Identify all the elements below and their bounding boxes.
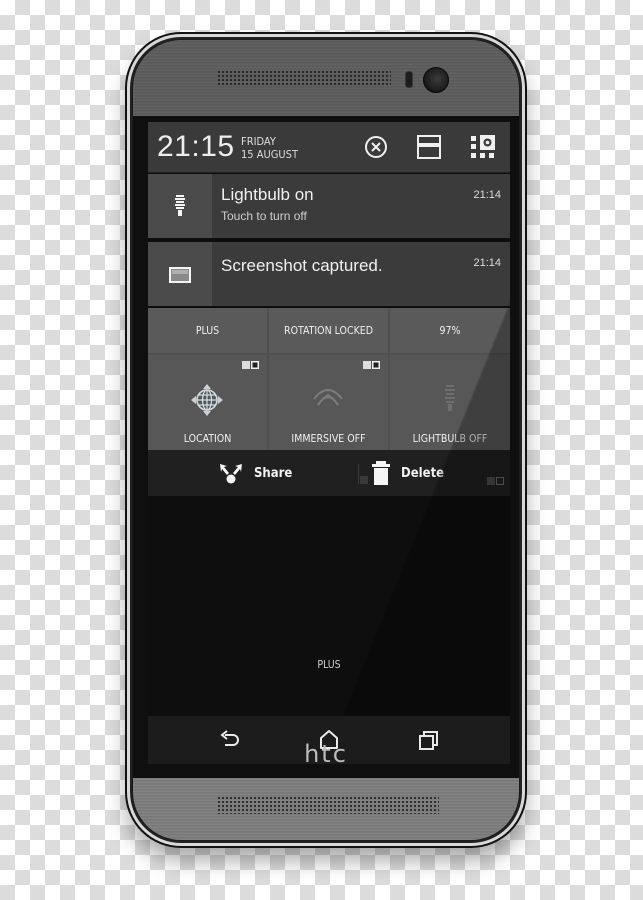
action-bar-toggle-indicator[interactable]	[487, 477, 504, 485]
proximity-sensor	[405, 71, 413, 88]
notification-icon-box	[148, 174, 212, 238]
notification-title: Screenshot captured.	[221, 256, 383, 275]
qs-tile-label: IMMERSIVE OFF	[291, 433, 366, 445]
qs-tile-label: PLUS	[195, 324, 220, 337]
qs-tile-label: LOCATION	[183, 433, 232, 445]
bottom-bezel	[133, 778, 519, 840]
lightbulb-icon	[175, 195, 185, 216]
qs-tile-label: 97%	[439, 324, 461, 337]
share-button[interactable]: Share	[218, 450, 298, 496]
home-screen-label: PLUS	[317, 659, 341, 671]
notification-icon-box	[148, 242, 212, 306]
notification-header: 21:15 FRIDAY 15 AUGUST	[148, 122, 510, 173]
notification-title: Lightbulb on	[221, 185, 314, 204]
top-speaker-grille	[217, 70, 391, 86]
delete-press-indicator	[358, 464, 368, 484]
screenshot-icon	[169, 267, 191, 283]
clear-notifications-icon[interactable]	[363, 134, 389, 160]
date-block: FRIDAY 15 AUGUST	[241, 135, 298, 161]
phone-device: 21:15 FRIDAY 15 AUGUST Lightbulb on Touc…	[127, 34, 525, 846]
front-camera	[423, 67, 449, 93]
notification-lightbulb[interactable]: Lightbulb on Touch to turn off 21:14	[148, 174, 510, 238]
delete-label: Delete	[401, 466, 445, 481]
top-bezel	[133, 40, 519, 116]
screenshot-action-bar: Share Delete	[148, 450, 510, 496]
lightbulb-icon	[445, 385, 455, 411]
share-label: Share	[254, 466, 293, 481]
screen: 21:15 FRIDAY 15 AUGUST Lightbulb on Touc…	[148, 122, 510, 716]
qs-tile-rotation[interactable]: ROTATION LOCKED	[269, 308, 388, 353]
bottom-speaker-grille	[217, 796, 439, 814]
qs-tile-label: LIGHTBULB OFF	[412, 433, 488, 445]
qs-tile-plus[interactable]: PLUS	[148, 308, 267, 353]
tile-toggle-indicator[interactable]	[363, 361, 380, 369]
clock: 21:15	[157, 130, 235, 163]
qs-tile-location[interactable]: LOCATION	[148, 355, 267, 450]
quick-settings-panel: PLUS ROTATION LOCKED 97% LOCATION IMMERS…	[148, 308, 510, 450]
qs-tile-immersive[interactable]: IMMERSIVE OFF	[269, 355, 388, 450]
notification-subtitle: Touch to turn off	[221, 209, 307, 223]
share-icon	[220, 464, 242, 484]
qs-tile-label: ROTATION LOCKED	[284, 324, 373, 337]
notification-screenshot[interactable]: Screenshot captured. 21:14	[148, 242, 510, 306]
qs-tile-lightbulb[interactable]: LIGHTBULB OFF	[390, 355, 510, 450]
delete-button[interactable]: Delete	[358, 450, 458, 496]
tile-toggle-indicator[interactable]	[242, 361, 259, 369]
day-label: FRIDAY	[241, 135, 276, 148]
location-globe-icon	[191, 384, 223, 416]
date-label: 15 AUGUST	[241, 148, 298, 161]
trash-icon	[372, 461, 390, 485]
htc-logo: htc	[304, 740, 348, 768]
qs-tile-battery[interactable]: 97%	[390, 308, 510, 353]
quick-settings-icon[interactable]	[470, 134, 496, 160]
toggle-panel-icon[interactable]	[416, 134, 442, 160]
phone-body: 21:15 FRIDAY 15 AUGUST Lightbulb on Touc…	[133, 40, 519, 840]
notification-time: 21:14	[473, 257, 501, 269]
immersive-icon	[313, 389, 343, 406]
notification-time: 21:14	[473, 189, 501, 201]
